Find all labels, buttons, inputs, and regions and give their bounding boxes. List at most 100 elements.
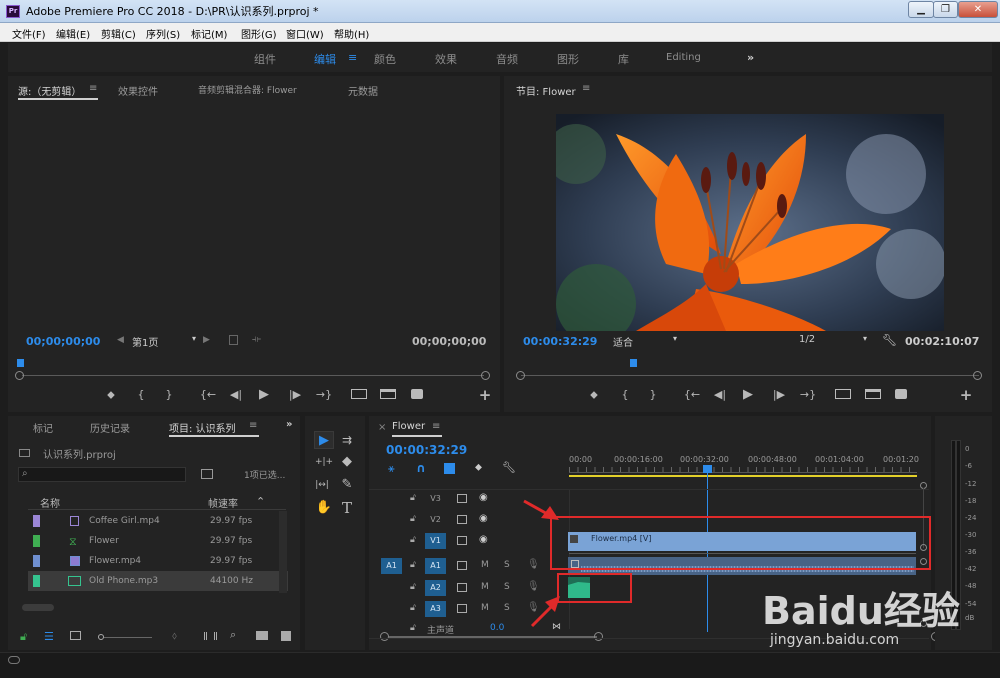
program-menu-icon[interactable]: ≡	[582, 83, 590, 94]
camera-icon[interactable]	[411, 389, 423, 399]
lock-icon[interactable]: 🔓︎	[410, 582, 416, 592]
lift-icon[interactable]	[835, 389, 851, 399]
add-marker-button[interactable]: ⬥	[103, 388, 119, 402]
menu-file[interactable]: 文件(F)	[12, 26, 46, 41]
mark-in-button[interactable]: {	[133, 388, 149, 401]
panels-more-icon[interactable]: »	[286, 419, 292, 430]
source-playhead[interactable]	[17, 359, 24, 367]
timeline-zoom-left[interactable]	[380, 632, 389, 641]
workspace-more-icon[interactable]: »	[747, 51, 754, 64]
mark-out-button[interactable]: }	[645, 388, 661, 401]
program-ruler[interactable]	[521, 375, 979, 376]
icon-view-icon[interactable]	[70, 631, 81, 640]
menu-marker[interactable]: 标记(M)	[191, 26, 227, 41]
workspace-assembly[interactable]: 组件	[254, 51, 276, 67]
timeline-settings-icon[interactable]: 🔧︎	[502, 461, 516, 474]
workspace-libraries[interactable]: 库	[618, 51, 629, 67]
type-tool-icon[interactable]: T	[337, 499, 357, 517]
workspace-graphics[interactable]: 图形	[557, 51, 579, 67]
close-tab-icon[interactable]: ×	[378, 422, 386, 433]
track-label-a1[interactable]: A1	[425, 558, 446, 574]
button-editor-icon[interactable]: +	[958, 386, 974, 404]
insert-icon[interactable]	[351, 389, 367, 399]
prev-page-icon[interactable]: ◀	[117, 335, 124, 345]
tab-markers[interactable]: 标记	[33, 420, 53, 435]
zoom-handle-right[interactable]	[973, 371, 982, 380]
pen-tool-icon[interactable]: ✎	[337, 476, 357, 494]
timeline-zoom-right[interactable]	[594, 632, 603, 641]
mute-button[interactable]: M	[481, 582, 489, 592]
zoom-handle-left[interactable]	[15, 371, 24, 380]
eye-icon[interactable]: ◉	[479, 534, 488, 545]
list-item-selected[interactable]: Old Phone.mp3 44100 Hz	[28, 571, 288, 591]
button-editor-icon[interactable]: +	[477, 386, 493, 404]
close-button[interactable]: ✕	[958, 1, 998, 18]
search-input[interactable]: ⌕	[18, 467, 186, 482]
time-ruler[interactable]	[569, 467, 917, 473]
list-item[interactable]: ⧖ Flower 29.97 fps	[28, 531, 288, 551]
timeline-menu-icon[interactable]: ≡	[432, 421, 440, 432]
track-select-tool-icon[interactable]: ⇉	[337, 431, 357, 449]
sync-lock-icon[interactable]	[457, 583, 467, 592]
extract-icon[interactable]	[865, 389, 881, 399]
lock-icon[interactable]: 🔓︎	[410, 493, 416, 503]
play-button[interactable]: ▶	[740, 387, 756, 402]
tab-metadata[interactable]: 元数据	[348, 83, 378, 98]
menu-clip[interactable]: 剪辑(C)	[101, 26, 136, 41]
go-to-in-button[interactable]: {←	[681, 388, 703, 401]
workspace-color[interactable]: 颜色	[374, 51, 396, 67]
wrench-icon[interactable]: 🔧︎	[882, 333, 897, 347]
lock-icon[interactable]: 🔓︎	[410, 560, 416, 570]
zoom-handle-left[interactable]	[516, 371, 525, 380]
add-marker-button[interactable]: ⬥	[586, 388, 602, 402]
sort-icon[interactable]: ⌃	[256, 495, 265, 508]
snap-icon[interactable]: ∩	[416, 461, 426, 475]
sync-lock-icon[interactable]	[457, 494, 467, 503]
mute-button[interactable]: M	[481, 603, 489, 613]
next-page-icon[interactable]: ▶	[203, 335, 210, 345]
add-marker-icon[interactable]: ⬥	[475, 462, 482, 473]
menu-help[interactable]: 帮助(H)	[334, 26, 369, 41]
tab-program[interactable]: 节目: Flower	[516, 83, 576, 98]
camera-icon[interactable]	[895, 389, 907, 399]
step-forward-button[interactable]: |▶	[285, 388, 305, 401]
resolution-dropdown[interactable]: 1/2 ▾	[799, 334, 869, 347]
project-menu-icon[interactable]: ≡	[249, 420, 257, 431]
find-icon[interactable]: ⌕	[230, 628, 236, 642]
page-dropdown[interactable]: 第1页 ▾	[132, 334, 198, 349]
menu-graphics[interactable]: 图形(G)	[241, 26, 277, 41]
hand-tool-icon[interactable]: ✋	[314, 499, 334, 517]
eye-icon[interactable]: ◉	[479, 492, 488, 503]
selection-tool-icon[interactable]: ▶	[314, 431, 334, 449]
list-scrollbar[interactable]	[279, 511, 287, 593]
lock-icon[interactable]: 🔓︎	[20, 630, 27, 644]
eye-icon[interactable]: ◉	[479, 513, 488, 524]
restore-button[interactable]: ❐	[933, 1, 958, 18]
sort-icons-icon[interactable]: ⬨	[172, 629, 177, 643]
overwrite-icon[interactable]	[380, 389, 396, 399]
tab-source[interactable]: 源:（无剪辑）	[18, 83, 81, 98]
timeline-playhead-handle[interactable]	[703, 465, 712, 473]
mark-in-button[interactable]: {	[617, 388, 633, 401]
source-menu-icon[interactable]: ≡	[89, 83, 97, 94]
step-forward-button[interactable]: |▶	[769, 388, 789, 401]
zoom-handle-right[interactable]	[481, 371, 490, 380]
menu-edit[interactable]: 编辑(E)	[56, 26, 90, 41]
mark-out-button[interactable]: }	[161, 388, 177, 401]
automate-to-sequence-icon[interactable]	[204, 632, 217, 640]
tab-history[interactable]: 历史记录	[90, 420, 130, 435]
track-label-v2[interactable]: V2	[425, 512, 446, 528]
list-item[interactable]: Flower.mp4 29.97 fps	[28, 551, 288, 571]
new-bin-from-search-icon[interactable]	[201, 469, 213, 479]
nest-toggle-icon[interactable]: ⚹	[388, 462, 395, 476]
minimize-button[interactable]: ▁	[908, 1, 934, 18]
solo-button[interactable]: S	[504, 603, 510, 613]
lock-icon[interactable]: 🔓︎	[410, 603, 416, 613]
new-item-icon[interactable]	[281, 631, 291, 641]
settings-icon[interactable]: ⟛	[252, 334, 261, 345]
program-timecode-current[interactable]: 00:00:32:29	[523, 335, 597, 348]
menu-window[interactable]: 窗口(W)	[286, 26, 324, 41]
solo-button[interactable]: S	[504, 582, 510, 592]
new-bin-icon[interactable]	[256, 631, 268, 640]
linked-selection-icon[interactable]	[444, 463, 455, 474]
